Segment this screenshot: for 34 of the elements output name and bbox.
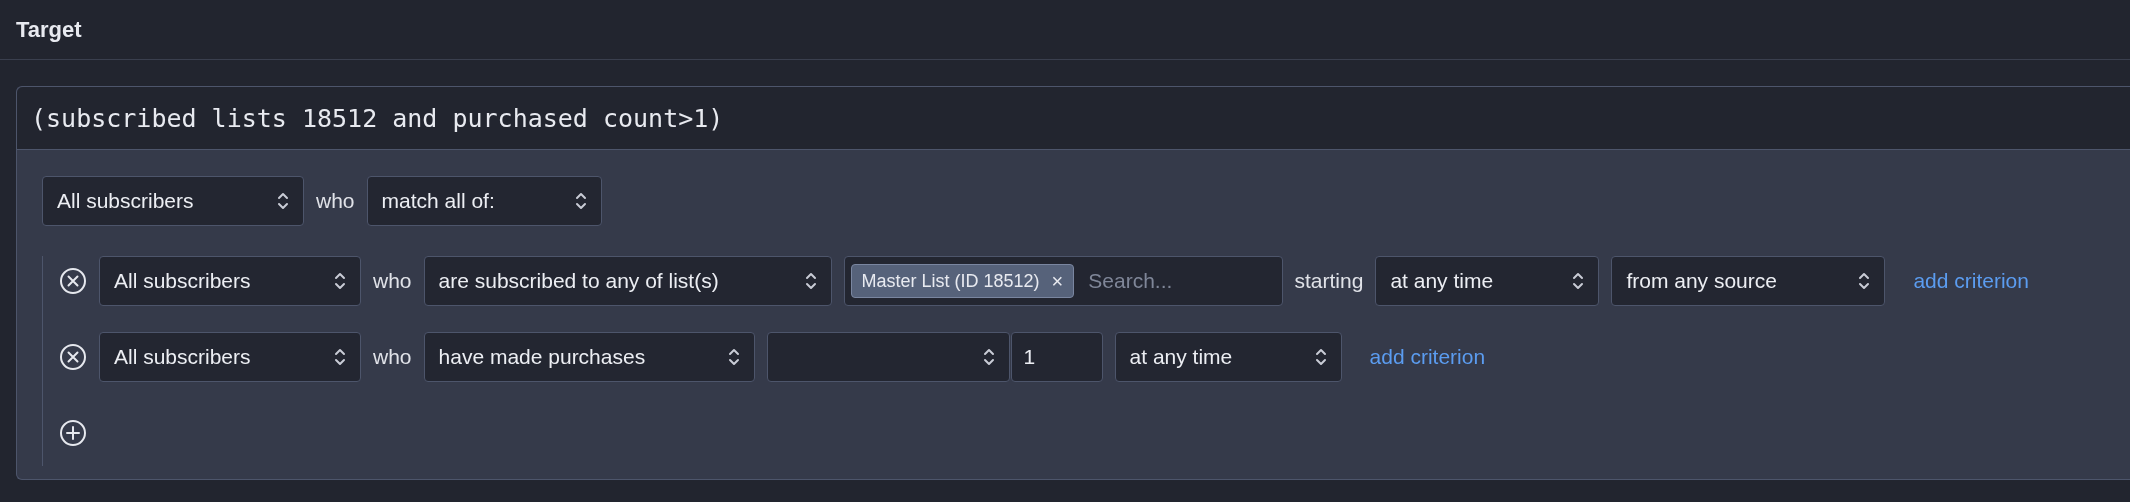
remove-icon[interactable]	[59, 343, 87, 371]
dropdown[interactable]: All subscribers	[42, 176, 304, 226]
dropdown[interactable]: All subscribers	[99, 256, 361, 306]
caret-icon	[277, 191, 289, 211]
add-criterion-link[interactable]: add criterion	[1913, 269, 2029, 293]
dropdown[interactable]: at any time	[1114, 332, 1342, 382]
number-field[interactable]: 1	[1010, 332, 1103, 382]
dropdown[interactable]: All subscribers	[99, 332, 361, 382]
expression-text: (subscribed lists 18512 and purchased count>1)	[31, 103, 724, 133]
section-title: Target	[16, 16, 82, 43]
dropdown[interactable]: are subscribed to any of list(s)	[423, 256, 832, 306]
caret-icon	[804, 271, 817, 291]
add-criterion-link[interactable]: add criterion	[1369, 345, 1486, 369]
caret-icon	[1858, 271, 1871, 291]
dropdown[interactable]: match all of:	[366, 176, 602, 226]
caret-icon	[334, 347, 346, 367]
caret-icon	[982, 347, 995, 367]
list-tag: Master List (ID 18512) ×	[850, 264, 1075, 298]
add-icon[interactable]	[59, 419, 87, 447]
caret-icon	[1572, 271, 1585, 291]
search-field[interactable]: Search...	[1086, 268, 1241, 294]
tag-remove-button[interactable]: ×	[1051, 269, 1064, 293]
dropdown[interactable]: have made purchases	[423, 332, 755, 382]
connector-label: starting	[1294, 269, 1364, 293]
connector-label: who	[316, 189, 355, 213]
dropdown[interactable]: at any time	[1375, 256, 1600, 306]
caret-icon	[727, 347, 740, 367]
connector-label: who	[373, 345, 412, 369]
caret-icon	[574, 191, 587, 211]
caret-icon	[334, 271, 346, 291]
dropdown[interactable]: from any source	[1611, 256, 1886, 306]
connector-label: who	[373, 269, 412, 293]
caret-icon	[1314, 347, 1327, 367]
remove-icon[interactable]	[59, 267, 87, 295]
